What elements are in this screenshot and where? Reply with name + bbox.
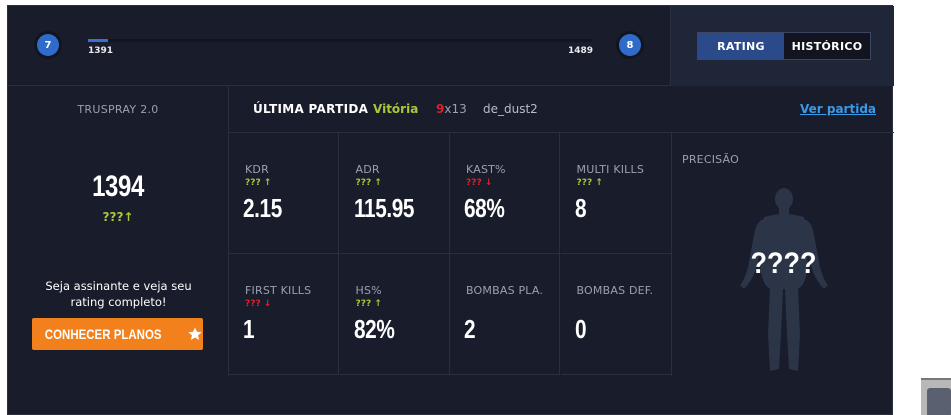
stat-card: MULTI KILLS??? ↑ 8 xyxy=(560,133,671,254)
stat-delta-text: ??? xyxy=(355,178,372,188)
arrow-up-icon: ↑ xyxy=(592,178,603,188)
stat-value: 68% xyxy=(464,193,505,223)
view-toggle-area: RATING HISTÓRICO xyxy=(670,6,894,86)
stat-card: HS%??? ↑ 82% xyxy=(339,254,450,375)
stat-card: BOMBAS DEF. 0 xyxy=(560,254,671,375)
match-score: 9x13 xyxy=(436,102,467,116)
stat-delta: ??? ↓ xyxy=(245,299,271,309)
stat-delta: ??? ↑ xyxy=(577,178,603,188)
subscribe-promo-text: Seja assinante e veja seu rating complet… xyxy=(45,279,192,309)
stat-delta-text: ??? xyxy=(576,178,593,188)
xp-max-value: 1489 xyxy=(568,46,594,56)
tab-rating[interactable]: RATING xyxy=(698,33,784,59)
stat-value: 0 xyxy=(574,314,587,344)
stat-delta-text: ??? xyxy=(245,299,261,309)
stat-label: KDR xyxy=(245,163,269,176)
ver-partida-link[interactable]: Ver partida xyxy=(800,102,876,116)
corner-widget-icon xyxy=(927,388,951,415)
stat-value: 8 xyxy=(574,193,587,223)
score-team-b: 13 xyxy=(451,102,467,116)
precision-value: ???? xyxy=(750,247,817,280)
rating-sidebar: TRUSPRAY 2.0 1394 ???↑ Seja assinante e … xyxy=(8,86,229,376)
rating-value: 1394 xyxy=(92,170,144,203)
conhecer-planos-label: CONHECER PLANOS xyxy=(45,326,162,342)
stat-label: BOMBAS DEF. xyxy=(576,284,654,297)
stat-value: 2.15 xyxy=(243,193,282,223)
precision-panel: PRECISÃO ???? xyxy=(671,133,894,376)
rating-delta: ???↑ xyxy=(8,210,228,224)
conhecer-planos-button[interactable]: CONHECER PLANOS xyxy=(32,318,203,350)
xp-min-value: 1391 xyxy=(88,46,114,56)
view-tabs: RATING HISTÓRICO xyxy=(697,32,871,60)
stat-value: 82% xyxy=(353,314,395,344)
next-level-badge: 8 xyxy=(619,34,641,56)
arrow-down-icon: ↓ xyxy=(260,299,272,309)
stat-label: KAST% xyxy=(466,163,506,176)
arrow-up-icon: ↑ xyxy=(260,178,272,188)
stats-panel: 7 1391 1489 8 RATING HISTÓRICO TRUSPRAY … xyxy=(7,5,894,415)
stat-label: ADR xyxy=(355,163,380,176)
bottom-strip xyxy=(8,376,894,415)
arrow-up-icon: ↑ xyxy=(371,178,382,188)
stat-delta-text: ??? xyxy=(466,178,482,188)
last-match-label: ÚLTIMA PARTIDA xyxy=(253,102,369,116)
stat-delta-text: ??? xyxy=(245,178,261,188)
stat-delta-text: ??? xyxy=(355,299,372,309)
stat-value: 2 xyxy=(464,314,476,344)
stat-delta: ??? ↑ xyxy=(245,178,271,188)
arrow-down-icon: ↓ xyxy=(481,178,493,188)
last-match-bar: ÚLTIMA PARTIDA Vitória 9x13 de_dust2 Ver… xyxy=(229,86,894,133)
stat-value: 1 xyxy=(243,314,255,344)
stat-delta: ??? ↑ xyxy=(356,178,382,188)
stat-delta: ??? ↓ xyxy=(466,178,492,188)
stat-card: ADR??? ↑ 115.95 xyxy=(339,133,450,254)
corner-widget[interactable] xyxy=(921,378,951,415)
match-result: Vitória xyxy=(373,102,419,116)
level-progress-bar: 7 1391 1489 8 RATING HISTÓRICO xyxy=(8,6,894,86)
arrow-up-icon: ↑ xyxy=(123,210,134,224)
stat-label: MULTI KILLS xyxy=(576,163,645,176)
tab-historico[interactable]: HISTÓRICO xyxy=(784,33,870,59)
rating-system-title: TRUSPRAY 2.0 xyxy=(77,103,159,116)
stat-delta: ??? ↑ xyxy=(356,299,382,309)
match-map: de_dust2 xyxy=(483,102,538,116)
stat-label: BOMBAS PLA. xyxy=(466,284,544,297)
stat-label: FIRST KILLS xyxy=(245,284,312,297)
xp-track xyxy=(88,39,592,42)
stat-card: KDR??? ↑ 2.15 xyxy=(229,133,339,254)
star-icon xyxy=(188,327,202,340)
stat-label: HS% xyxy=(355,284,382,297)
current-level-badge: 7 xyxy=(37,34,59,56)
stat-card: BOMBAS PLA. 2 xyxy=(450,254,560,375)
stats-grid: KDR??? ↑ 2.15 ADR??? ↑ 115.95 KAST%??? ↓ 68% M… xyxy=(229,133,671,376)
arrow-up-icon: ↑ xyxy=(371,299,382,309)
stat-value: 115.95 xyxy=(353,193,414,223)
stat-card: KAST%??? ↓ 68% xyxy=(450,133,560,254)
stat-card: FIRST KILLS??? ↓ 1 xyxy=(229,254,339,375)
precision-title: PRECISÃO xyxy=(682,153,739,166)
xp-fill xyxy=(88,39,109,42)
rating-delta-text: ??? xyxy=(102,210,124,224)
